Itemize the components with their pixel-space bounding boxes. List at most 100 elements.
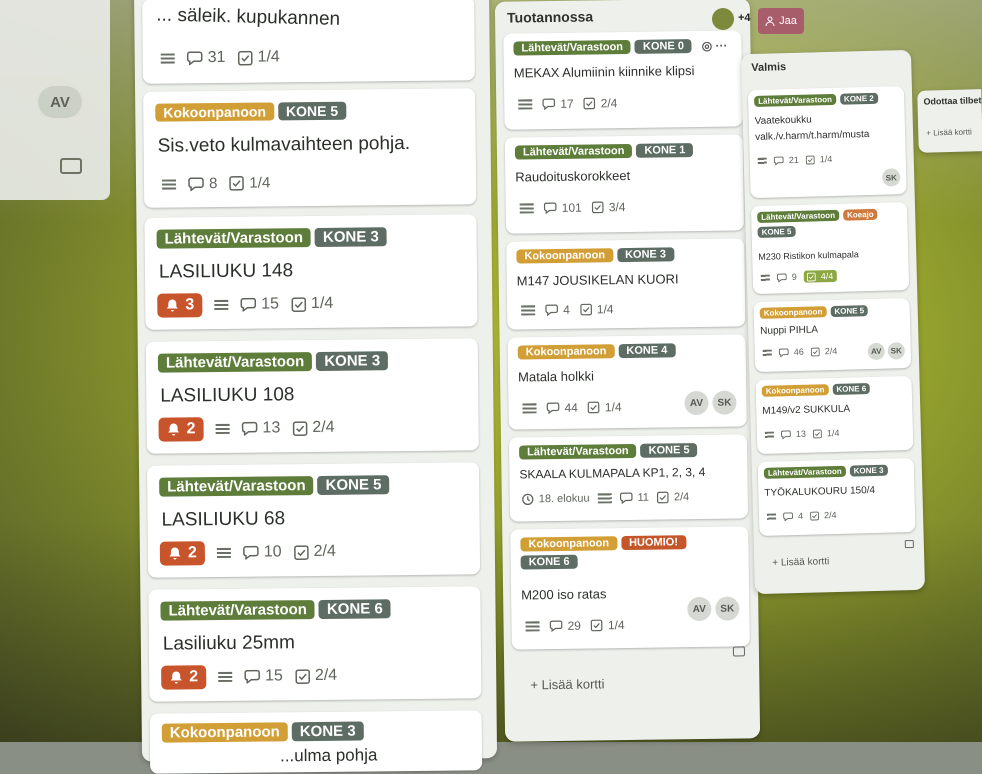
description-icon bbox=[757, 157, 767, 165]
card[interactable]: Lähtevät/Varastoon Koeajo KONE 5 M230 Ri… bbox=[750, 202, 910, 295]
comments-badge: 15 bbox=[244, 667, 283, 685]
notification-badge[interactable]: 3 bbox=[157, 293, 203, 318]
card-badges: 18. elokuu 11 2/4 bbox=[522, 491, 689, 506]
card[interactable]: Kokoonpanoon KONE 4 Matala holkki 44 1/4… bbox=[507, 334, 747, 430]
share-button[interactable]: Jaa bbox=[758, 8, 804, 34]
card[interactable]: Kokoonpanoon KONE 5 Sis.veto kulmavaihte… bbox=[143, 88, 477, 208]
avatar[interactable]: SK bbox=[882, 168, 901, 187]
member-avatar[interactable] bbox=[712, 8, 734, 30]
checklist-badge: 1/4 bbox=[591, 618, 625, 632]
card-labels: Kokoonpanoon KONE 3 bbox=[516, 247, 675, 264]
card-title: M149/v2 SUKKULA bbox=[762, 403, 851, 417]
checklist-icon bbox=[292, 420, 308, 436]
card[interactable]: Lähtevät/Varastoon KONE 5 SKAALA KULMAPA… bbox=[508, 434, 749, 522]
checklist-icon bbox=[806, 272, 816, 281]
avatar[interactable]: AV bbox=[38, 86, 82, 118]
card[interactable]: Kokoonpanoon KONE 5 Nuppi PIHLA 46 2/4 A… bbox=[753, 297, 912, 373]
list-column-4: Odottaa tilbetäminen + Lisää kortti bbox=[917, 89, 982, 153]
comment-icon bbox=[542, 98, 556, 111]
checklist-badge: 2/4 bbox=[292, 419, 335, 437]
due-date-badge[interactable]: 18. elokuu bbox=[522, 493, 590, 506]
checklist-badge: 1/4 bbox=[229, 174, 270, 192]
avatar[interactable]: AV bbox=[684, 390, 709, 416]
label-kokoonpanoon: Kokoonpanoon bbox=[759, 306, 827, 319]
card[interactable]: Lähtevät/Varastoon KONE 0 ◎ ··· MEKAX Al… bbox=[503, 30, 743, 130]
checklist-count: 1/4 bbox=[604, 400, 622, 415]
comment-count: 13 bbox=[795, 428, 807, 440]
checklist-icon bbox=[583, 97, 596, 110]
more-members-count[interactable]: +4 bbox=[738, 12, 751, 24]
label-lahtevat: Lähtevät/Varastoon bbox=[519, 443, 637, 460]
label-kone: KONE 5 bbox=[277, 101, 347, 121]
card[interactable]: Lähtevät/Varastoon KONE 2 Vaatekoukku va… bbox=[747, 86, 907, 199]
label-kone: KONE 0 bbox=[634, 39, 693, 54]
avatar[interactable]: AV bbox=[867, 342, 886, 361]
checklist-icon bbox=[810, 511, 819, 520]
avatar[interactable]: SK bbox=[712, 390, 737, 415]
notification-badge[interactable]: 2 bbox=[158, 417, 204, 442]
checklist-count: 2/4 bbox=[823, 509, 837, 521]
card[interactable]: Lähtevät/Varastoon KONE 3 TYÖKALUKOURU 1… bbox=[757, 457, 916, 536]
card[interactable]: Lähtevät/Varastoon KONE 3 LASILIUKU 108 … bbox=[145, 338, 479, 454]
card-badges: 13 1/4 bbox=[764, 427, 840, 440]
notification-badge[interactable]: 2 bbox=[161, 665, 207, 690]
card[interactable]: Kokoonpanoon KONE 3 M147 JOUSIKELAN KUOR… bbox=[506, 238, 746, 330]
list-column-2: Tuotannossa Lähtevät/Varastoon KONE 0 ◎ … bbox=[494, 0, 761, 742]
checklist-icon bbox=[295, 668, 310, 684]
comment-icon bbox=[244, 669, 260, 684]
comment-count: 29 bbox=[567, 618, 582, 633]
comments-badge: 9 bbox=[776, 272, 797, 283]
comment-icon bbox=[240, 297, 256, 312]
comment-icon bbox=[773, 156, 784, 165]
add-card-button[interactable]: + Lisää kortti bbox=[530, 676, 604, 692]
label-lahtevat: Lähtevät/Varastoon bbox=[156, 228, 312, 249]
card-title: LASILIUKU 68 bbox=[161, 508, 286, 531]
card-template-icon[interactable] bbox=[60, 158, 82, 174]
person-icon bbox=[765, 16, 775, 26]
card[interactable]: Kokoonpanoon KONE 6 M149/v2 SUKKULA 13 1… bbox=[755, 375, 914, 455]
card[interactable]: Lähtevät/Varastoon KONE 1 Raudoituskorok… bbox=[504, 134, 745, 234]
description-icon bbox=[522, 403, 537, 414]
comments-badge: 21 bbox=[773, 155, 799, 166]
add-card-button[interactable]: + Lisää kortti bbox=[926, 127, 972, 137]
list-title: Tuotannossa bbox=[506, 8, 594, 26]
card-badges: 17 2/4 bbox=[518, 96, 617, 111]
avatar[interactable]: AV bbox=[687, 596, 712, 622]
label-kokoonpanoon: Kokoonpanoon bbox=[761, 384, 829, 397]
card-labels: Lähtevät/Varastoon KONE 5 bbox=[519, 443, 698, 460]
card-menu-icon[interactable]: ◎ ··· bbox=[702, 39, 728, 53]
alert-count: 2 bbox=[186, 420, 196, 438]
label-kone: KONE 5 bbox=[317, 475, 390, 495]
card[interactable]: Kokoonpanoon KONE 3 ...ulma pohja bbox=[149, 710, 483, 774]
card-template-icon[interactable] bbox=[732, 646, 746, 657]
avatar[interactable]: SK bbox=[887, 342, 905, 360]
left-partial-column: AV bbox=[0, 0, 110, 200]
comments-badge: 8 bbox=[188, 175, 217, 192]
description-icon bbox=[518, 99, 533, 110]
checklist-count: 1/4 bbox=[826, 427, 840, 439]
avatar[interactable]: SK bbox=[715, 596, 740, 621]
card[interactable]: Lähtevät/Varastoon KONE 3 LASILIUKU 148 … bbox=[144, 214, 478, 330]
card-title: Vaatekoukku bbox=[754, 114, 812, 127]
card-title: M147 JOUSIKELAN KUORI bbox=[516, 271, 679, 289]
notification-badge[interactable]: 2 bbox=[159, 541, 205, 566]
comment-icon bbox=[619, 492, 633, 505]
checklist-badge: 3/4 bbox=[591, 200, 626, 214]
checklist-icon bbox=[813, 429, 822, 438]
comments-badge: 101 bbox=[543, 201, 582, 216]
comment-icon bbox=[241, 421, 258, 436]
bell-icon bbox=[166, 299, 178, 312]
add-card-button[interactable]: + Lisää kortti bbox=[772, 556, 829, 568]
description-icon bbox=[215, 423, 230, 435]
card[interactable]: Lähtevät/Varastoon KONE 5 LASILIUKU 68 2… bbox=[146, 462, 481, 578]
card[interactable]: Kokoonpanoon HUOMIO! KONE 6 M200 iso rat… bbox=[510, 526, 750, 650]
card-template-icon[interactable] bbox=[904, 539, 914, 549]
card-labels: Lähtevät/Varastoon KONE 3 bbox=[156, 227, 387, 249]
card-title: Matala holkki bbox=[517, 368, 595, 385]
card-labels: Lähtevät/Varastoon KONE 2 bbox=[754, 92, 878, 107]
comment-count: 10 bbox=[263, 543, 282, 561]
card[interactable]: Lähtevät/Varastoon KONE 6 Lasiliuku 25mm… bbox=[148, 586, 482, 702]
card[interactable]: ... säleik. kupukannen 31 1/4 bbox=[142, 0, 475, 84]
checklist-badge: 1/4 bbox=[588, 400, 622, 414]
list-title: Odottaa tilbetäminen bbox=[923, 94, 982, 107]
